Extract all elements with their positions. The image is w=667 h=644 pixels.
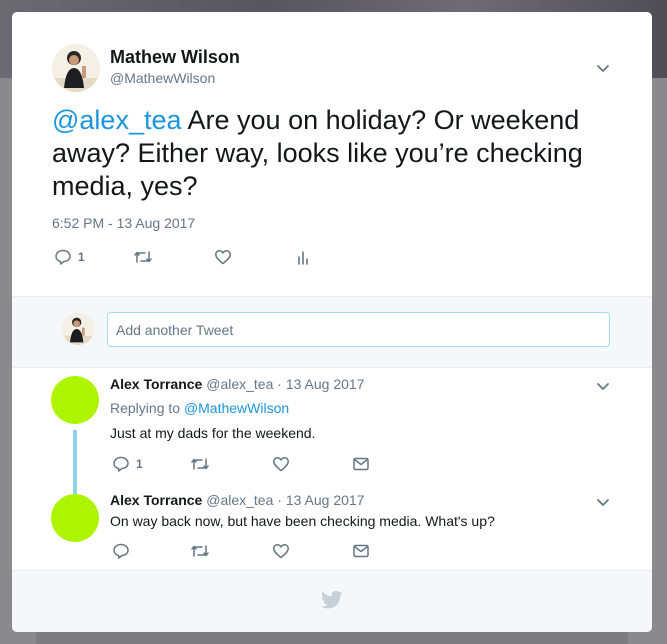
reply-1-header: Alex Torrance @alex_tea · 13 Aug 2017 xyxy=(110,376,364,392)
tweet-timestamp[interactable]: 6:52 PM - 13 Aug 2017 xyxy=(52,215,195,231)
reply-1-dm-button[interactable] xyxy=(352,455,370,473)
chevron-down-icon[interactable] xyxy=(594,59,612,77)
reply-1-reply-count: 1 xyxy=(136,457,143,471)
like-button[interactable] xyxy=(214,248,232,266)
reply-1-author-handle[interactable]: @alex_tea xyxy=(206,376,273,392)
chevron-down-icon[interactable] xyxy=(594,377,612,395)
reply-2-header: Alex Torrance @alex_tea · 13 Aug 2017 xyxy=(110,492,364,508)
analytics-button[interactable] xyxy=(294,248,312,266)
tweet-text: @alex_tea Are you on holiday? Or weekend… xyxy=(52,104,612,203)
reply-1-author-name[interactable]: Alex Torrance xyxy=(110,376,202,392)
reply-2-date[interactable]: · 13 Aug 2017 xyxy=(273,492,364,508)
reply-2-retweet-button[interactable] xyxy=(190,542,210,560)
reply-icon xyxy=(55,249,71,265)
twitter-bird-icon xyxy=(321,590,343,609)
reply-2-avatar[interactable] xyxy=(51,494,99,542)
mention-link[interactable]: @alex_tea xyxy=(52,105,182,135)
reply-1-retweet-button[interactable] xyxy=(190,455,210,473)
reply-count: 1 xyxy=(78,250,85,264)
replying-to: Replying to @MathewWilson xyxy=(110,400,289,416)
analytics-icon xyxy=(298,251,308,265)
like-icon xyxy=(215,250,231,265)
chevron-down-icon[interactable] xyxy=(594,493,612,511)
author-handle[interactable]: @MathewWilson xyxy=(110,70,215,86)
reply-2-dm-button[interactable] xyxy=(352,542,370,560)
tweet-modal: Mathew Wilson @MathewWilson @alex_tea Ar… xyxy=(12,12,652,632)
reply-2-author-handle[interactable]: @alex_tea xyxy=(206,492,273,508)
compose-avatar xyxy=(62,313,94,345)
reply-button[interactable]: 1 xyxy=(54,248,85,266)
dm-icon xyxy=(353,544,369,558)
avatar[interactable] xyxy=(52,44,100,92)
retweet-icon xyxy=(191,545,209,557)
main-tweet: Mathew Wilson @MathewWilson @alex_tea Ar… xyxy=(12,12,652,296)
modal-footer xyxy=(12,570,652,632)
like-icon xyxy=(273,457,289,472)
reply-2-author-name[interactable]: Alex Torrance xyxy=(110,492,202,508)
replying-to-link[interactable]: @MathewWilson xyxy=(184,400,289,416)
replying-to-prefix: Replying to xyxy=(110,400,184,416)
retweet-button[interactable] xyxy=(133,248,153,266)
dm-icon xyxy=(353,457,369,471)
reply-1-date[interactable]: · 13 Aug 2017 xyxy=(273,376,364,392)
reply-2-reply-button[interactable] xyxy=(112,542,130,560)
reply-icon xyxy=(113,456,129,472)
retweet-icon xyxy=(191,458,209,470)
reply-2-text: On way back now, but have been checking … xyxy=(110,513,495,529)
reply-1-avatar[interactable] xyxy=(51,376,99,424)
retweet-icon xyxy=(134,251,152,263)
add-tweet-input[interactable] xyxy=(107,312,610,347)
reply-1-text: Just at my dads for the weekend. xyxy=(110,425,316,441)
like-icon xyxy=(273,544,289,559)
reply-icon xyxy=(113,543,129,559)
thread-line xyxy=(73,430,77,500)
reply-1-like-button[interactable] xyxy=(272,455,290,473)
reply-1-reply-button[interactable]: 1 xyxy=(112,455,143,473)
reply-2-like-button[interactable] xyxy=(272,542,290,560)
author-name[interactable]: Mathew Wilson xyxy=(110,47,240,68)
